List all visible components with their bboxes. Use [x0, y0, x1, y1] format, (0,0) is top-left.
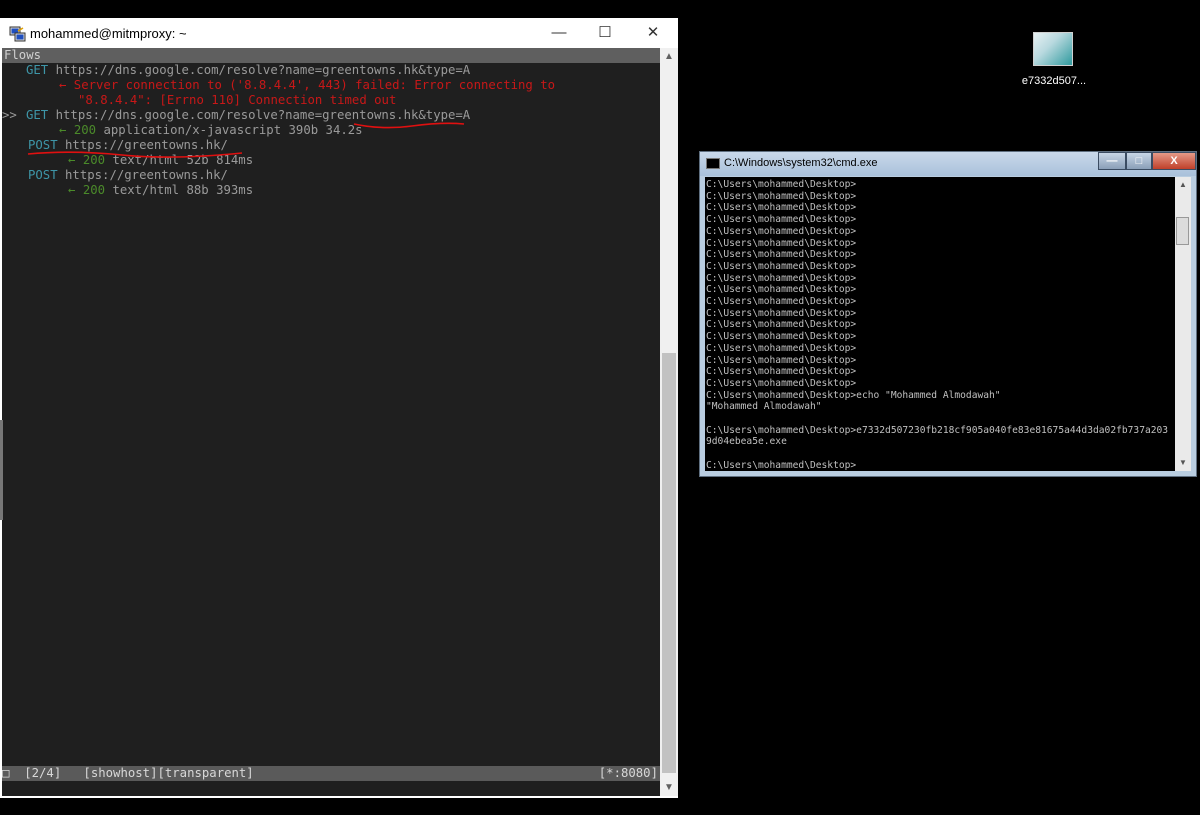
- response-info: application/x-javascript 390b 34.2s: [103, 123, 363, 137]
- console-line: C:\Users\mohammed\Desktop>: [706, 342, 857, 354]
- console-line: C:\Users\mohammed\Desktop>: [706, 249, 857, 261]
- flows-header: Flows: [2, 48, 660, 63]
- flow-method: GET: [26, 63, 49, 77]
- flow-error-line: ← Server connection to ('8.8.4.4', 443) …: [59, 78, 556, 92]
- window-edge: [0, 420, 3, 520]
- putty-icon: [9, 26, 26, 42]
- scrollbar-thumb[interactable]: [662, 353, 676, 773]
- flow-response: ← 200 text/html 52b 814ms: [68, 153, 253, 168]
- vertical-scrollbar[interactable]: ▲ ▼: [660, 48, 678, 796]
- executable-file-icon: [1033, 32, 1073, 66]
- console-line: C:\Users\mohammed\Desktop>e7332d507230fb…: [706, 424, 1169, 436]
- flow-response: ← 200 application/x-javascript 390b 34.2…: [59, 123, 363, 138]
- status-bar: □ [2/4] [showhost][transparent] [*:8080]: [2, 766, 660, 781]
- response-arrow: ←: [59, 123, 67, 137]
- cmd-minimize-button[interactable]: —: [1098, 152, 1126, 170]
- flow-method: POST: [28, 138, 58, 152]
- console-line: C:\Users\mohammed\Desktop>: [706, 179, 857, 190]
- console-line: C:\Users\mohammed\Desktop>: [706, 354, 857, 366]
- console-line: C:\Users\mohammed\Desktop>: [706, 331, 857, 343]
- response-arrow: ←: [68, 153, 76, 167]
- status-right: [*:8080]: [598, 766, 658, 780]
- flow-error-line: "8.8.4.4": [Errno 110] Connection timed …: [78, 93, 397, 107]
- console-line: C:\Users\mohammed\Desktop>: [706, 377, 857, 389]
- flow-row-selected[interactable]: >> GET https://dns.google.com/resolve?nam…: [2, 108, 470, 123]
- window-title: mohammed@mitmproxy: ~: [30, 26, 187, 41]
- minimize-button[interactable]: —: [536, 18, 582, 48]
- console-line: C:\Users\mohammed\Desktop>: [706, 319, 857, 331]
- scroll-down-arrow-icon[interactable]: ▼: [660, 779, 678, 796]
- desktop-file-label: e7332d507...: [1021, 75, 1087, 87]
- flow-url: https://dns.google.com/resolve?name=gree…: [55, 108, 471, 122]
- prompt-line: [2, 781, 660, 796]
- console-line: C:\Users\mohammed\Desktop>: [706, 272, 857, 284]
- response-status: 200: [82, 183, 106, 197]
- flow-row[interactable]: GET https://dns.google.com/resolve?name=…: [2, 63, 470, 78]
- desktop-file-icon[interactable]: e7332d507...: [1016, 30, 1092, 92]
- flow-row[interactable]: POST https://greentowns.hk/: [28, 138, 228, 153]
- close-button[interactable]: ✕: [630, 18, 676, 48]
- cmd-console[interactable]: C:\Users\mohammed\Desktop> C:\Users\moham…: [705, 177, 1175, 471]
- scrollbar-thumb[interactable]: [1176, 217, 1189, 245]
- response-status: 200: [73, 123, 97, 137]
- cmd-close-button[interactable]: X: [1152, 152, 1196, 170]
- mitmproxy-titlebar[interactable]: mohammed@mitmproxy: ~ — ☐ ✕: [0, 18, 678, 48]
- cmd-titlebar[interactable]: C:\Windows\system32\cmd.exe — □ X: [700, 152, 1196, 176]
- response-arrow: ←: [68, 183, 76, 197]
- response-info: text/html 88b 393ms: [112, 183, 254, 197]
- cmd-scrollbar[interactable]: ▲ ▼: [1175, 177, 1191, 471]
- cmd-maximize-button[interactable]: □: [1126, 152, 1152, 170]
- flow-url: https://greentowns.hk/: [65, 168, 228, 182]
- console-line: 9d04ebea5e.exe: [706, 436, 787, 448]
- console-line: C:\Users\mohammed\Desktop>: [706, 296, 857, 307]
- flow-url: https://dns.google.com/resolve?name=gree…: [55, 63, 471, 77]
- flow-method: POST: [28, 168, 58, 182]
- console-line: C:\Users\mohammed\Desktop>: [706, 237, 857, 249]
- mitmproxy-window: mohammed@mitmproxy: ~ — ☐ ✕ Flows GET ht…: [0, 18, 678, 798]
- console-line: "Mohammed Almodawah": [706, 401, 822, 413]
- response-info: text/html 52b 814ms: [112, 153, 254, 167]
- console-line: C:\Users\mohammed\Desktop>: [706, 284, 857, 296]
- scroll-down-arrow-icon[interactable]: ▼: [1175, 455, 1191, 471]
- console-line: C:\Users\mohammed\Desktop>: [706, 225, 857, 237]
- console-line: C:\Users\mohammed\Desktop>: [706, 366, 857, 378]
- response-status: 200: [82, 153, 106, 167]
- scroll-up-arrow-icon[interactable]: ▲: [660, 48, 678, 65]
- console-line: C:\Users\mohammed\Desktop>: [706, 190, 857, 202]
- console-line: C:\Users\mohammed\Desktop>: [706, 307, 857, 319]
- cmd-icon: [706, 158, 720, 169]
- cmd-window-title: C:\Windows\system32\cmd.exe: [724, 157, 878, 169]
- focus-marker: >>: [2, 108, 17, 122]
- flow-response: ← 200 text/html 88b 393ms: [68, 183, 253, 198]
- flow-row[interactable]: POST https://greentowns.hk/: [28, 168, 228, 183]
- console-line: C:\Users\mohammed\Desktop>: [706, 214, 857, 226]
- console-line: C:\Users\mohammed\Desktop>: [706, 459, 857, 471]
- cmd-window: C:\Windows\system32\cmd.exe — □ X C:\Use…: [699, 151, 1197, 477]
- flow-url: https://greentowns.hk/: [65, 138, 228, 152]
- console-line: C:\Users\mohammed\Desktop>: [706, 260, 857, 272]
- status-left: □ [2/4] [showhost][transparent]: [2, 766, 254, 780]
- flow-method: GET: [26, 108, 49, 122]
- console-line: C:\Users\mohammed\Desktop>: [706, 202, 857, 214]
- console-line: C:\Users\mohammed\Desktop>echo "Mohammed…: [706, 389, 1001, 401]
- terminal-area[interactable]: Flows GET https://dns.google.com/resolve…: [2, 48, 660, 796]
- scroll-up-arrow-icon[interactable]: ▲: [1175, 177, 1191, 193]
- maximize-button[interactable]: ☐: [582, 18, 628, 48]
